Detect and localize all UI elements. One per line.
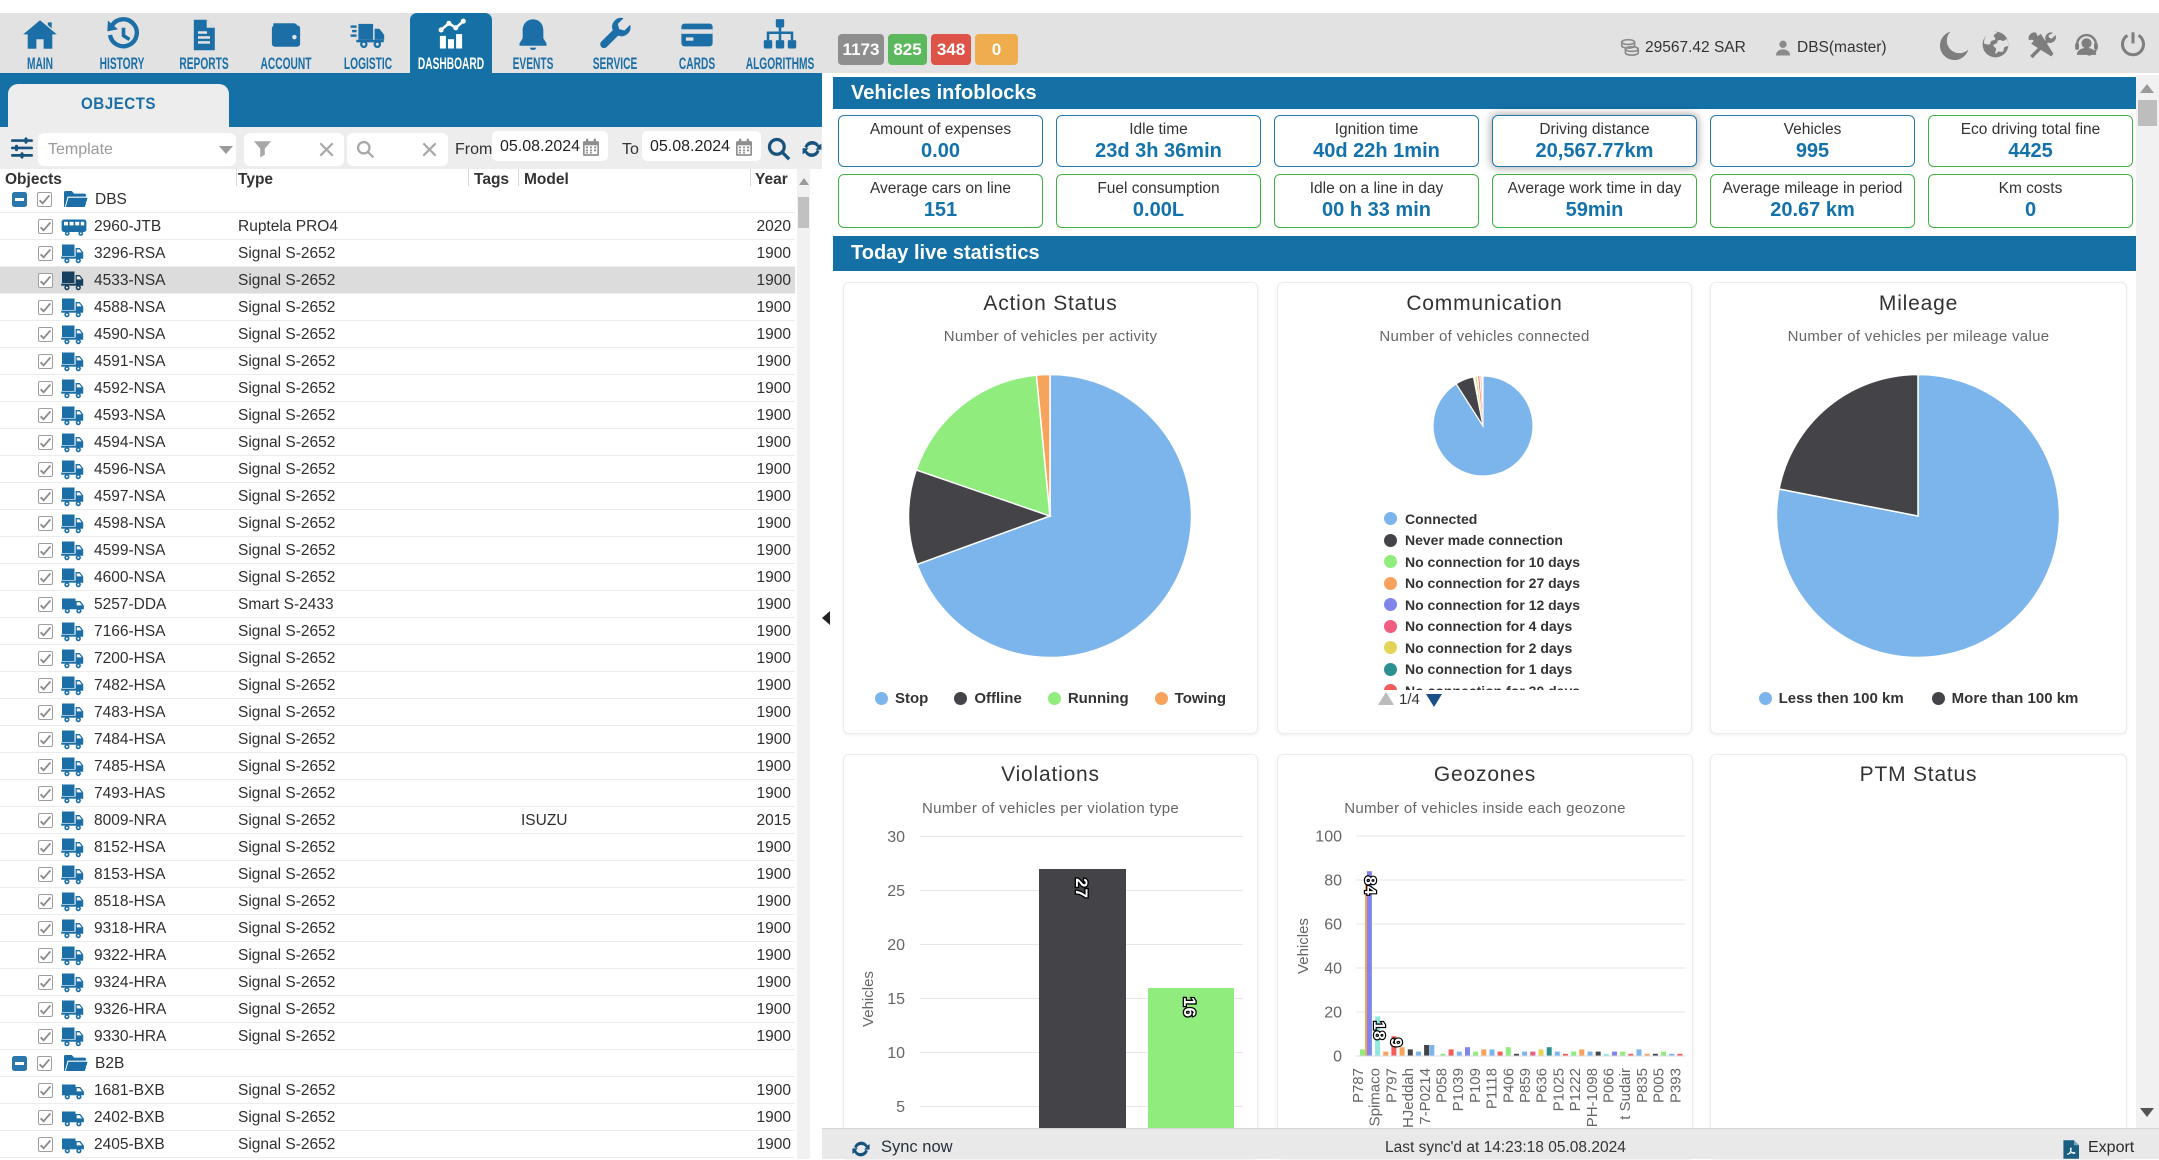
svg-text:P393: P393	[1667, 1068, 1684, 1103]
svg-text:P1118: P1118	[1484, 1068, 1501, 1109]
svg-text:25: 25	[887, 883, 905, 900]
svg-text:5: 5	[896, 1099, 905, 1116]
svg-text:40: 40	[1324, 961, 1342, 978]
svg-text:P787: P787	[1350, 1068, 1367, 1103]
svg-text:P859: P859	[1517, 1068, 1534, 1103]
svg-text:20: 20	[1324, 1005, 1342, 1022]
svg-text:P1039: P1039	[1450, 1068, 1467, 1111]
svg-text:HJeddah: HJeddah	[1400, 1068, 1417, 1128]
svg-text:PH-1098: PH-1098	[1584, 1068, 1601, 1127]
svg-text:P109: P109	[1467, 1068, 1484, 1103]
svg-text:Vehicles: Vehicles	[860, 971, 877, 1027]
svg-text:P797: P797	[1383, 1068, 1400, 1103]
svg-text:18: 18	[1370, 1021, 1387, 1041]
svg-text:27: 27	[1072, 878, 1091, 899]
svg-text:t Sudair: t Sudair	[1617, 1068, 1634, 1120]
svg-text:100: 100	[1315, 829, 1342, 846]
svg-text:P835: P835	[1634, 1068, 1651, 1103]
svg-text:P1025: P1025	[1550, 1068, 1567, 1111]
svg-text:9: 9	[1387, 1038, 1404, 1047]
svg-text:80: 80	[1324, 873, 1342, 890]
svg-text:7-P0214: 7-P0214	[1417, 1068, 1434, 1125]
svg-text:P636: P636	[1534, 1068, 1551, 1103]
svg-text:P058: P058	[1434, 1068, 1451, 1103]
svg-text:10: 10	[887, 1045, 905, 1062]
svg-text:P005: P005	[1651, 1068, 1668, 1103]
svg-text:P066: P066	[1601, 1068, 1618, 1103]
svg-text:Spimaco: Spimaco	[1367, 1068, 1384, 1126]
svg-text:P1222: P1222	[1567, 1068, 1584, 1111]
svg-text:0: 0	[1333, 1049, 1342, 1066]
svg-text:Vehicles: Vehicles	[1295, 918, 1312, 974]
svg-text:84: 84	[1361, 876, 1378, 896]
svg-text:30: 30	[887, 829, 905, 846]
svg-text:16: 16	[1180, 997, 1199, 1018]
svg-text:60: 60	[1324, 917, 1342, 934]
svg-text:20: 20	[887, 937, 905, 954]
svg-text:15: 15	[887, 991, 905, 1008]
svg-text:P406: P406	[1500, 1068, 1517, 1103]
